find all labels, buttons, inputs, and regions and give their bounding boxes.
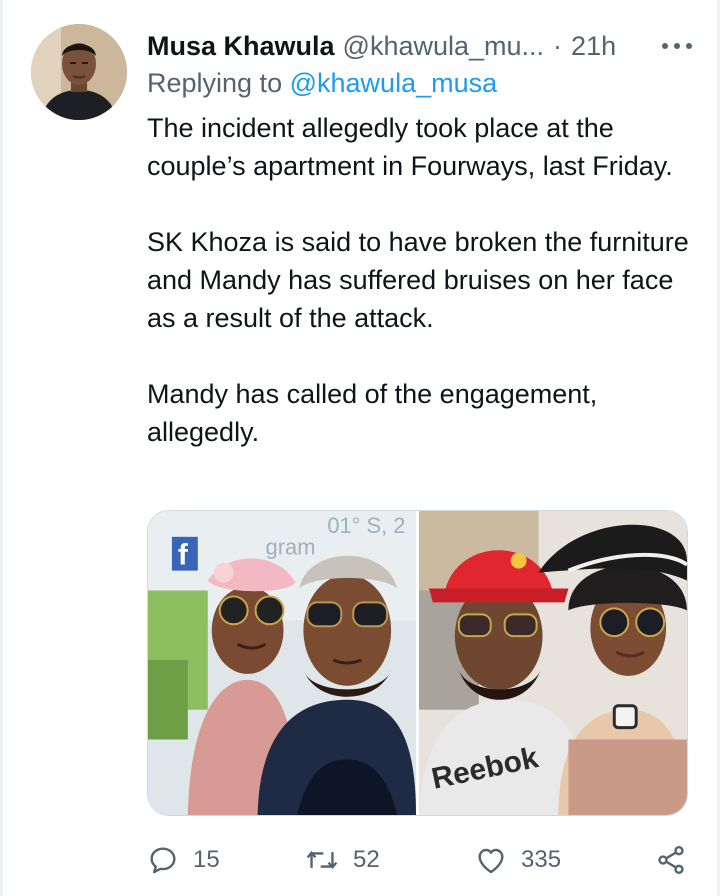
reply-count: 15 — [193, 846, 220, 873]
avatar-image — [31, 24, 127, 120]
reply-button[interactable]: 15 — [147, 838, 220, 882]
timeline-left-border — [0, 0, 3, 896]
share-button[interactable] — [655, 838, 687, 882]
more-dot — [674, 43, 680, 49]
heart-icon — [478, 848, 504, 874]
retweet-icon — [306, 850, 338, 870]
retweet-count: 52 — [353, 846, 380, 873]
tweet-paragraph: Mandy has called of the engagement, alle… — [147, 379, 598, 447]
retweet-button[interactable]: 52 — [305, 838, 380, 882]
tweet-text: The incident allegedly took place at the… — [147, 109, 695, 451]
photo-couple-selfie-2[interactable]: Reebok — [419, 511, 687, 815]
photo-sign-text: 01° S, 2 — [327, 513, 405, 538]
replying-to-handle[interactable]: @khawula_musa — [290, 68, 498, 98]
photo-image: Reebok — [419, 511, 687, 815]
like-count: 335 — [521, 846, 562, 873]
avatar[interactable] — [31, 24, 127, 120]
media-grid[interactable]: f gram 01° S, 2 Reebok — [147, 510, 688, 816]
user-handle[interactable]: @khawula_mu... — [343, 31, 545, 62]
tweet-paragraph: SK Khoza is said to have broken the furn… — [147, 227, 689, 333]
timestamp[interactable]: 21h — [571, 31, 616, 62]
tweet-paragraph: The incident allegedly took place at the… — [147, 113, 673, 181]
photo-couple-selfie-1[interactable]: f gram 01° S, 2 — [148, 511, 416, 815]
more-dot — [662, 43, 668, 49]
more-dot — [686, 43, 692, 49]
header-separator: · — [553, 30, 563, 61]
share-icon — [658, 846, 684, 874]
display-name[interactable]: Musa Khawula — [147, 31, 335, 62]
tweet-header: Musa Khawula @khawula_mu... · 21h — [147, 28, 695, 64]
replying-to-label: Replying to — [147, 68, 283, 98]
tweet-actions: 15 52 335 — [147, 838, 695, 882]
more-horizontal-icon[interactable] — [659, 32, 695, 60]
replying-to: Replying to @khawula_musa — [147, 68, 497, 99]
reply-icon — [150, 847, 176, 874]
photo-sign-text: gram — [266, 535, 316, 560]
photo-image: f gram 01° S, 2 — [148, 511, 416, 815]
like-button[interactable]: 335 — [475, 838, 561, 882]
photo-sign-text: f — [178, 539, 188, 572]
